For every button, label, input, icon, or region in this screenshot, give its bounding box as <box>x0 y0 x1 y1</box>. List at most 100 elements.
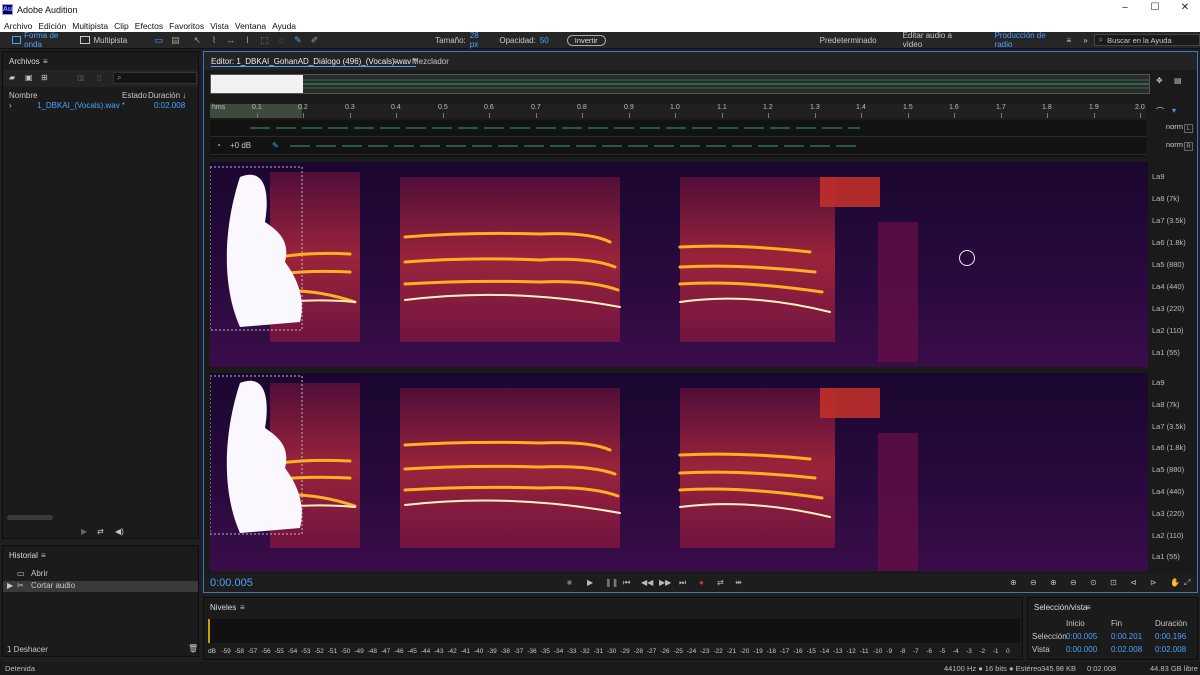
record-icon[interactable]: ● <box>699 578 704 587</box>
selection-end[interactable]: 0:00.201 <box>1111 632 1142 641</box>
overview-view-range[interactable] <box>211 75 303 93</box>
zoom-out-amplitude-icon[interactable]: ⊖ <box>1030 578 1037 587</box>
col-state[interactable]: Estado <box>122 91 147 100</box>
zoom-full-icon[interactable]: ⊙ <box>1090 578 1097 587</box>
trash-icon[interactable]: 🗑 <box>188 644 198 653</box>
lasso-tool-icon[interactable]: ◌ <box>276 34 287 46</box>
help-search-input[interactable]: Buscar en la Ayuda <box>1107 36 1172 45</box>
history-item[interactable]: ▶ ✂ Cortar audio <box>3 581 198 592</box>
waveform-view-button[interactable]: Forma de onda <box>8 31 76 49</box>
spectrogram-left[interactable] <box>210 162 1148 367</box>
menu-ventana[interactable]: Ventana <box>235 21 266 31</box>
view-end[interactable]: 0:02.008 <box>1111 645 1142 654</box>
minimize-button[interactable]: – <box>1110 2 1140 16</box>
workspace-video[interactable]: Editar audio a vídeo <box>903 31 967 49</box>
open-folder-icon[interactable]: ▰ <box>9 73 15 82</box>
tab-editor[interactable]: Editor: 1_DBKAI_GohanAD_Diálogo (496)_(V… <box>211 57 417 67</box>
spectral-display-icon[interactable]: ▭ <box>153 34 164 46</box>
slip-tool-icon[interactable]: ↔ <box>225 34 236 46</box>
menu-ayuda[interactable]: Ayuda <box>272 21 296 31</box>
zoom-in-amplitude-icon[interactable]: ⊕ <box>1010 578 1017 587</box>
zoom-right-icon[interactable]: ⊳ <box>1150 578 1157 587</box>
play-icon[interactable]: ▶ <box>587 578 593 587</box>
menu-edicion[interactable]: Edición <box>38 21 66 31</box>
col-name[interactable]: Nombre <box>9 91 37 100</box>
current-time[interactable]: 0:00.005 <box>210 577 253 589</box>
db-tick-label: -22 <box>713 648 723 655</box>
channel-left-toggle[interactable]: L <box>1184 124 1193 133</box>
pitch-display-icon[interactable]: ▤ <box>170 34 181 46</box>
col-duration[interactable]: Duración ↓ <box>148 91 186 100</box>
zoom-fit-icon[interactable]: ✥ <box>1156 76 1163 85</box>
panel-menu-icon[interactable]: ≡ <box>240 603 245 612</box>
tab-mixer[interactable]: Mezclador <box>412 57 449 66</box>
selection-start[interactable]: 0:00.005 <box>1066 632 1097 641</box>
razor-tool-icon[interactable]: ⌇ <box>209 34 220 46</box>
skip-selection-icon[interactable]: ⇹ <box>735 578 742 587</box>
menu-favoritos[interactable]: Favoritos <box>169 21 204 31</box>
menu-vista[interactable]: Vista <box>210 21 229 31</box>
menu-efectos[interactable]: Efectos <box>135 21 163 31</box>
fullscreen-icon[interactable]: ⤢ <box>1184 578 1190 588</box>
zoom-out-time-icon[interactable]: ⊖ <box>1070 578 1077 587</box>
loop-icon[interactable]: ⇄ <box>717 578 724 587</box>
view-start[interactable]: 0:00.000 <box>1066 645 1097 654</box>
spectral-options-icon[interactable]: ▤ <box>1174 76 1182 85</box>
more-workspaces-icon[interactable]: » <box>1083 36 1087 45</box>
zoom-left-icon[interactable]: ⊲ <box>1130 578 1137 587</box>
opacity-value[interactable]: 50 <box>540 36 549 45</box>
playhead-icon[interactable]: ▾ <box>1172 106 1176 115</box>
time-selection-tool-icon[interactable]: I <box>242 34 253 46</box>
channel-right-toggle[interactable]: R <box>1184 142 1193 151</box>
expand-icon[interactable]: › <box>9 101 12 110</box>
zoom-in-time-icon[interactable]: ⊕ <box>1050 578 1057 587</box>
close-button[interactable]: ✕ <box>1170 2 1200 16</box>
menu-clip[interactable]: Clip <box>114 21 129 31</box>
brush-tool-icon[interactable]: ✎ <box>293 34 304 46</box>
workspace-menu-icon[interactable]: ≡ <box>1067 36 1072 45</box>
spectrogram-right[interactable] <box>210 373 1148 571</box>
autoplay-icon[interactable]: ◀) <box>115 527 124 536</box>
multitrack-view-button[interactable]: Multipista <box>76 34 131 47</box>
go-to-start-icon[interactable]: ⏮ <box>623 578 630 588</box>
loop-preview-icon[interactable]: ⇄ <box>97 527 104 536</box>
time-ruler[interactable]: hms 0.1 0.2 0.3 0.4 0.5 0.6 0.7 0.8 0.9 1.0 1.1 1.2… <box>210 104 1146 118</box>
new-file-icon[interactable]: ⊞ <box>41 73 48 82</box>
marquee-tool-icon[interactable]: ⬚ <box>259 34 270 46</box>
fast-forward-icon[interactable]: ▶▶ <box>659 578 671 587</box>
menu-archivo[interactable]: Archivo <box>4 21 32 31</box>
workspace-default[interactable]: Predeterminado <box>820 36 877 45</box>
panel-menu-icon[interactable]: ≡ <box>43 57 48 66</box>
snap-icon[interactable]: ⌒ <box>1156 106 1164 117</box>
overview-waveform[interactable] <box>210 74 1150 94</box>
files-scrollbar[interactable] <box>7 515 53 520</box>
pause-icon[interactable]: ❚❚ <box>605 578 618 587</box>
files-search-input[interactable]: ⌕ <box>113 72 197 84</box>
view-duration[interactable]: 0:02.008 <box>1155 645 1186 654</box>
panel-menu-icon[interactable]: ≡ <box>41 551 46 560</box>
invert-button[interactable]: Invertir <box>566 34 606 46</box>
spot-healing-icon[interactable]: ✐ <box>309 34 320 46</box>
file-row[interactable]: › 1_DBKAI_(Vocals).wav * 0:02.008 <box>3 101 198 112</box>
delete-icon[interactable]: ▯ <box>97 73 101 82</box>
history-item[interactable]: ▭ Abrir <box>3 569 198 580</box>
db-tick-label: -53 <box>301 648 311 655</box>
waveform-lanes[interactable]: ◔ +0 dB ✎ <box>210 120 1146 157</box>
go-to-end-icon[interactable]: ⏭ <box>679 578 686 588</box>
panel-menu-icon[interactable]: ≡ <box>1086 603 1091 612</box>
import-icon[interactable]: ▣ <box>25 73 33 82</box>
workspace-radio[interactable]: Producción de radio <box>995 31 1059 49</box>
insert-icon[interactable]: ▥ <box>77 73 85 82</box>
play-preview-icon[interactable]: ▶ <box>81 527 87 536</box>
selection-duration[interactable]: 0:00.196 <box>1155 632 1186 641</box>
hand-icon[interactable]: ✋ <box>1170 578 1180 587</box>
rewind-icon[interactable]: ◀◀ <box>641 578 653 587</box>
menu-multipista[interactable]: Multipista <box>72 21 108 31</box>
help-search[interactable]: ⌕ Buscar en la Ayuda <box>1093 34 1200 46</box>
maximize-button[interactable]: ☐ <box>1140 2 1170 16</box>
move-tool-icon[interactable]: ↖ <box>192 34 203 46</box>
panel-menu-icon[interactable]: ≡ <box>393 57 398 66</box>
size-value[interactable]: 28 px <box>470 31 488 49</box>
zoom-selection-icon[interactable]: ⊡ <box>1110 578 1117 587</box>
stop-icon[interactable]: ■ <box>567 578 572 587</box>
